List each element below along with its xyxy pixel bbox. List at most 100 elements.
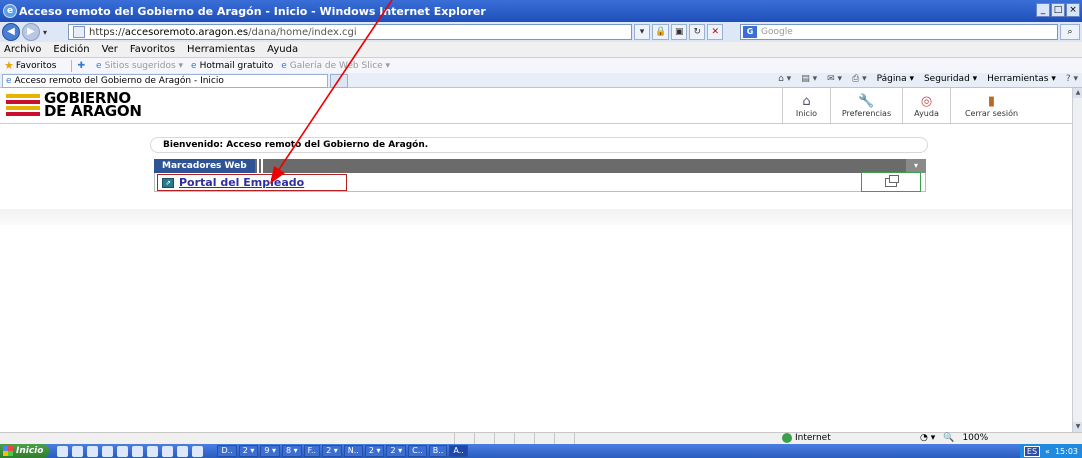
history-dropdown-icon[interactable]: ▾ xyxy=(40,28,50,37)
quicklaunch-icon[interactable] xyxy=(117,445,129,457)
windows-logo-icon xyxy=(3,446,13,456)
quicklaunch-icon[interactable] xyxy=(72,445,84,457)
new-window-icon xyxy=(885,174,899,187)
logo-text: GOBIERNO DE ARAGON xyxy=(44,91,142,119)
bookmark-portal-empleado[interactable]: ⇗ Portal del Empleado xyxy=(157,174,347,191)
taskbar-item[interactable]: 2 ▾ xyxy=(364,445,385,457)
menu-archivo[interactable]: Archivo xyxy=(0,44,47,55)
quicklaunch-icon[interactable] xyxy=(192,445,204,457)
vertical-scrollbar[interactable]: ▲ ▼ xyxy=(1072,88,1082,432)
quicklaunch-icon[interactable] xyxy=(147,445,159,457)
logout-button[interactable]: ▮ Cerrar sesión xyxy=(950,88,1032,124)
fav-hotmail[interactable]: e Hotmail gratuito xyxy=(191,61,273,71)
add-favorite-icon[interactable]: ✚ xyxy=(78,61,89,71)
content-band-shadow xyxy=(0,209,1072,225)
url-dropdown-icon[interactable]: ▾ xyxy=(634,24,650,40)
help-button[interactable]: ◎ Ayuda xyxy=(902,88,950,124)
wrench-icon: 🔧 xyxy=(858,94,875,109)
tools-menu[interactable]: Herramientas ▾ xyxy=(987,74,1056,84)
new-tab-button[interactable] xyxy=(330,74,348,88)
tray-expand-icon[interactable]: « xyxy=(1045,447,1050,456)
page-menu[interactable]: Página ▾ xyxy=(877,74,914,84)
clock[interactable]: 15:03 xyxy=(1055,447,1078,456)
menu-edicion[interactable]: Edición xyxy=(47,44,95,55)
ie-icon: e xyxy=(3,4,17,18)
taskbar-item[interactable]: 9 ▾ xyxy=(260,445,281,457)
portal-toolbar: ⌂ Inicio 🔧 Preferencias ◎ Ayuda ▮ Cerrar… xyxy=(782,88,1032,124)
close-button[interactable]: × xyxy=(1066,3,1080,17)
security-zone[interactable]: Internet xyxy=(782,433,831,443)
search-input[interactable]: G Google xyxy=(740,24,1058,40)
preferences-button[interactable]: 🔧 Preferencias xyxy=(830,88,902,124)
lock-icon[interactable]: 🔒 xyxy=(652,24,670,40)
menu-favoritos[interactable]: Favoritos xyxy=(124,44,181,55)
bookmarks-header: Marcadores Web ▾ xyxy=(154,159,926,173)
quicklaunch-icon[interactable] xyxy=(132,445,144,457)
quicklaunch-icon[interactable] xyxy=(102,445,114,457)
menu-ayuda[interactable]: Ayuda xyxy=(261,44,304,55)
zoom-control[interactable]: ◔ ▾ 🔍 100% xyxy=(920,433,988,443)
taskbar-item[interactable]: D.. xyxy=(217,445,237,457)
window-title: Acceso remoto del Gobierno de Aragón - I… xyxy=(19,4,486,18)
menu-ver[interactable]: Ver xyxy=(96,44,124,55)
gobierno-aragon-logo: GOBIERNO DE ARAGON xyxy=(6,91,142,119)
stop-icon[interactable]: ✕ xyxy=(707,24,724,40)
help-label: Ayuda xyxy=(914,109,939,118)
zone-label: Internet xyxy=(795,433,831,443)
search-button[interactable]: ⌕ xyxy=(1060,24,1080,40)
back-button[interactable]: ◀ xyxy=(2,23,20,41)
favorites-star-icon[interactable]: ★ xyxy=(4,59,14,72)
mail-icon[interactable]: ✉ ▾ xyxy=(827,74,842,84)
fav-label: Sitios sugeridos ▾ xyxy=(104,60,184,71)
taskbar-item[interactable]: B.. xyxy=(428,445,448,457)
scroll-down-icon[interactable]: ▼ xyxy=(1073,422,1082,432)
taskbar-item[interactable]: C.. xyxy=(408,445,427,457)
home-button[interactable]: ⌂ Inicio xyxy=(782,88,830,124)
feeds-icon[interactable]: ▤ ▾ xyxy=(801,74,817,84)
taskbar-item-active[interactable]: A.. xyxy=(449,445,468,457)
taskbar-item[interactable]: N.. xyxy=(343,445,363,457)
tab-active[interactable]: e Acceso remoto del Gobierno de Aragón -… xyxy=(2,74,328,88)
security-menu[interactable]: Seguridad ▾ xyxy=(924,74,977,84)
aragon-flag-icon xyxy=(6,94,40,116)
home-label: Inicio xyxy=(795,109,818,118)
window-title-bar: e Acceso remoto del Gobierno de Aragón -… xyxy=(0,0,1082,22)
globe-icon xyxy=(782,433,792,443)
compatibility-icon[interactable]: ▣ xyxy=(671,24,688,40)
quicklaunch-icon[interactable] xyxy=(87,445,99,457)
print-icon[interactable]: ⎙ ▾ xyxy=(852,74,867,84)
taskbar-item[interactable]: F.. xyxy=(303,445,321,457)
scroll-up-icon[interactable]: ▲ xyxy=(1073,88,1082,98)
home-icon[interactable]: ⌂ ▾ xyxy=(778,74,791,84)
refresh-icon[interactable]: ↻ xyxy=(689,24,706,40)
status-cells xyxy=(454,433,594,444)
language-indicator[interactable]: ES xyxy=(1023,445,1041,457)
maximize-button[interactable]: □ xyxy=(1051,3,1065,17)
quicklaunch-icon[interactable] xyxy=(162,445,174,457)
taskbar-item[interactable]: 8 ▾ xyxy=(282,445,302,457)
address-bar: ◀ ▶ ▾ https://accesoremoto.aragon.es/dan… xyxy=(0,22,1082,42)
favorites-button[interactable]: Favoritos xyxy=(16,61,57,71)
protected-mode-icon[interactable]: ◔ ▾ xyxy=(920,433,935,443)
panel-dropdown-icon[interactable]: ▾ xyxy=(906,159,926,173)
taskbar-item[interactable]: 2 ▾ xyxy=(386,445,407,457)
forward-button[interactable]: ▶ xyxy=(22,23,40,41)
minimize-button[interactable]: _ xyxy=(1036,3,1050,17)
help-icon[interactable]: ? ▾ xyxy=(1066,74,1078,84)
start-button[interactable]: Inicio xyxy=(0,444,50,458)
taskbar-item[interactable]: 2 ▾ xyxy=(322,445,342,457)
drag-handle-icon[interactable] xyxy=(256,159,263,173)
open-new-window-button[interactable] xyxy=(861,172,921,192)
bookmarks-title: Marcadores Web xyxy=(154,159,255,173)
bookmarks-body: ⇗ Portal del Empleado xyxy=(154,172,926,192)
fav-web-slice-gallery[interactable]: e Galería de Web Slice ▾ xyxy=(281,61,390,71)
quicklaunch-icon[interactable] xyxy=(177,445,189,457)
url-field[interactable]: https://accesoremoto.aragon.es/dana/home… xyxy=(68,24,632,40)
menu-herramientas[interactable]: Herramientas xyxy=(181,44,261,55)
door-icon: ▮ xyxy=(987,94,996,109)
address-tools: ▾ 🔒 ▣ ↻ ✕ xyxy=(634,24,724,40)
bookmark-label[interactable]: Portal del Empleado xyxy=(179,176,304,189)
fav-suggested-sites[interactable]: e Sitios sugeridos ▾ xyxy=(96,61,183,71)
quicklaunch-icon[interactable] xyxy=(57,445,69,457)
taskbar-item[interactable]: 2 ▾ xyxy=(238,445,259,457)
